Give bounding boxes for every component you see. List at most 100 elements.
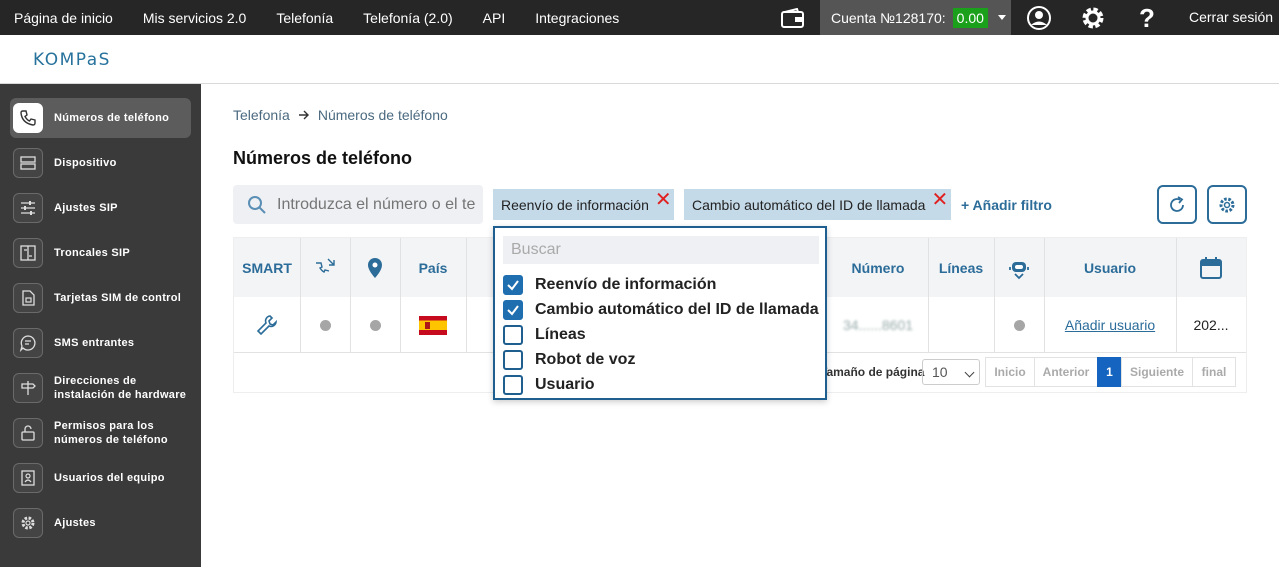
checkbox-checked[interactable] — [503, 300, 523, 320]
top-nav: Página de inicio Mis servicios 2.0 Telef… — [0, 0, 635, 35]
profile-icon[interactable] — [1026, 5, 1052, 31]
caret-down-icon — [997, 15, 1006, 20]
nav-home[interactable]: Página de inicio — [14, 10, 113, 26]
filter-chip-caller-id[interactable]: Cambio automático del ID de llamada ✕ — [684, 189, 951, 220]
page-current-button[interactable]: 1 — [1097, 357, 1122, 387]
account-label: Cuenta №128170: — [831, 9, 946, 26]
nav-telephony[interactable]: Telefonía — [276, 10, 333, 26]
header-user[interactable]: Usuario — [1044, 238, 1176, 297]
sidebar-item-sim-cards[interactable]: Tarjetas SIM de control — [10, 278, 191, 318]
search-input[interactable] — [277, 195, 477, 214]
page-size-select[interactable]: 10 — [922, 359, 980, 385]
sidebar-item-hardware-addresses[interactable]: Direcciones de instalación de hardware — [10, 368, 191, 408]
account-selector[interactable]: Cuenta №128170: 0.00 — [820, 0, 1011, 35]
filter-option-label: Cambio automático del ID de llamada — [535, 301, 819, 318]
filter-option-user[interactable]: Usuario — [503, 374, 595, 396]
trunk-icon — [13, 238, 43, 268]
page-size-value: 10 — [932, 364, 948, 380]
logo-bar: KOMPaS — [0, 35, 1279, 84]
help-icon[interactable]: ? — [1134, 5, 1160, 31]
table-settings-button[interactable] — [1207, 185, 1247, 224]
header-lines[interactable]: Líneas — [928, 238, 994, 297]
breadcrumb-root[interactable]: Telefonía — [233, 107, 290, 123]
status-dot — [1013, 319, 1025, 331]
checkbox[interactable] — [503, 375, 523, 395]
filter-option-lines[interactable]: Líneas — [503, 324, 586, 346]
user-cell: Añadir usuario — [1044, 297, 1176, 353]
filter-option-label: Usuario — [535, 376, 595, 393]
page-first-button[interactable]: Inicio — [985, 357, 1035, 387]
smart-cell[interactable] — [234, 297, 300, 353]
search-box[interactable] — [233, 185, 483, 224]
svg-text:?: ? — [1139, 5, 1155, 31]
filter-chip-label: Reenvío de información — [501, 196, 649, 213]
filter-dropdown: Buscar Reenvío de información Cambio aut… — [493, 226, 827, 400]
sidebar-item-team-users[interactable]: Usuarios del equipo — [10, 458, 191, 498]
logout-link[interactable]: Cerrar sesión — [1189, 0, 1273, 35]
logo[interactable]: KOMPaS — [33, 50, 111, 70]
sidebar-item-sip-trunks[interactable]: Troncales SIP — [10, 233, 191, 273]
sidebar-item-phone-numbers[interactable]: Números de teléfono — [10, 98, 191, 138]
refresh-button[interactable] — [1157, 185, 1197, 224]
checkbox[interactable] — [503, 350, 523, 370]
call-forward-icon[interactable] — [300, 238, 350, 297]
wrench-icon[interactable] — [256, 314, 278, 336]
country-cell — [400, 297, 466, 353]
gear-icon — [13, 508, 43, 538]
nav-my-services[interactable]: Mis servicios 2.0 — [143, 10, 246, 26]
forwarding-status — [300, 297, 350, 353]
filter-option-forwarding[interactable]: Reenvío de información — [503, 274, 716, 296]
sidebar-item-number-permissions[interactable]: Permisos para los números de teléfono — [10, 413, 191, 453]
breadcrumb: Telefonía Números de teléfono — [233, 107, 448, 123]
page-prev-button[interactable]: Anterior — [1034, 357, 1098, 387]
date-cell: 202... — [1176, 297, 1246, 353]
nav-api[interactable]: API — [483, 10, 506, 26]
sidebar-item-label: Permisos para los números de teléfono — [54, 420, 168, 446]
sidebar: Números de teléfono Dispositivo Ajustes … — [0, 84, 201, 567]
add-filter-button[interactable]: + Añadir filtro — [961, 197, 1052, 213]
voice-robot-icon[interactable] — [994, 238, 1044, 297]
sidebar-item-settings[interactable]: Ajustes — [10, 503, 191, 543]
close-icon[interactable]: ✕ — [931, 190, 948, 210]
phone-number[interactable]: 34......8601 — [843, 317, 913, 333]
sidebar-item-incoming-sms[interactable]: SMS entrantes — [10, 323, 191, 363]
number-cell[interactable]: 34......8601 — [828, 297, 928, 353]
status-dot — [319, 319, 331, 331]
header-country[interactable]: País — [400, 238, 466, 297]
filter-option-voice-robot[interactable]: Robot de voz — [503, 349, 635, 371]
sidebar-item-device[interactable]: Dispositivo — [10, 143, 191, 183]
filter-option-label: Líneas — [535, 326, 586, 343]
calendar-icon[interactable] — [1176, 238, 1246, 297]
sidebar-item-label: Ajustes — [54, 517, 96, 529]
search-icon — [248, 195, 266, 214]
sidebar-item-label: Direcciones de instalación de hardware — [54, 375, 187, 401]
page-last-button[interactable]: final — [1192, 357, 1236, 387]
filter-chip-forwarding[interactable]: Reenvío de información ✕ — [493, 189, 674, 220]
wallet-icon[interactable] — [781, 8, 805, 28]
close-icon[interactable]: ✕ — [655, 190, 672, 210]
page-size-label: Tamaño de página — [820, 365, 925, 379]
robot-status — [994, 297, 1044, 353]
sim-card-icon — [13, 283, 43, 313]
lock-icon — [13, 418, 43, 448]
location-pin-icon[interactable] — [350, 238, 400, 297]
checkbox[interactable] — [503, 325, 523, 345]
location-status — [350, 297, 400, 353]
dropdown-search-input[interactable]: Buscar — [503, 236, 819, 264]
sidebar-item-label: Dispositivo — [54, 157, 117, 169]
sliders-icon — [13, 193, 43, 223]
gear-icon[interactable] — [1080, 5, 1106, 31]
header-number[interactable]: Número — [828, 238, 928, 297]
checkbox-checked[interactable] — [503, 275, 523, 295]
sidebar-item-label: Usuarios del equipo — [54, 472, 165, 484]
header-smart[interactable]: SMART — [234, 238, 300, 297]
page-next-button[interactable]: Siguiente — [1121, 357, 1193, 387]
spain-flag-icon — [419, 315, 447, 335]
sidebar-item-label: Números de teléfono — [54, 112, 170, 124]
nav-integrations[interactable]: Integraciones — [535, 10, 619, 26]
filter-option-caller-id[interactable]: Cambio automático del ID de llamada — [503, 299, 819, 321]
sidebar-item-sip-settings[interactable]: Ajustes SIP — [10, 188, 191, 228]
users-icon — [13, 463, 43, 493]
add-user-link[interactable]: Añadir usuario — [1065, 317, 1155, 333]
nav-telephony-2[interactable]: Telefonía (2.0) — [363, 10, 453, 26]
